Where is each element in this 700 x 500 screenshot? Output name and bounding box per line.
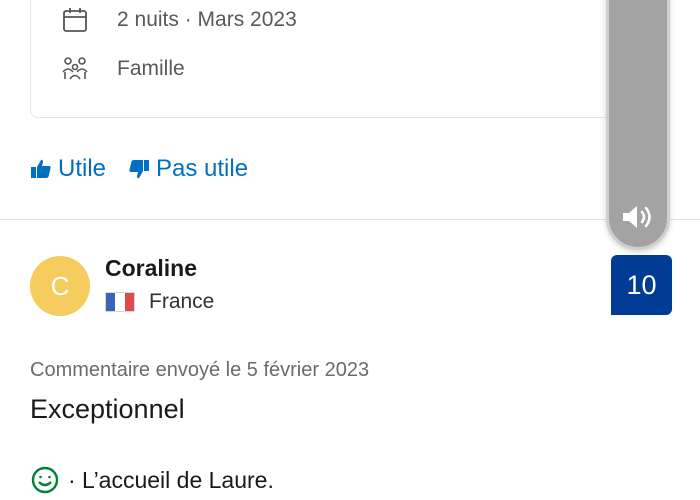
traveler-type: Famille: [117, 57, 185, 80]
review-title: Exceptionnel: [30, 394, 185, 424]
traveler-type-row: Famille: [61, 55, 185, 83]
not-useful-label: Pas utile: [156, 155, 249, 182]
review-date: Commentaire envoyé le 5 février 2023: [30, 359, 370, 381]
thumbs-up-icon: [31, 159, 51, 178]
calendar-icon: [61, 6, 89, 34]
stay-dates-row: 2 nuits · Mars 2023: [61, 6, 297, 34]
useful-button[interactable]: Utile: [30, 155, 106, 183]
positive-comment: · L’accueil de Laure.: [30, 465, 274, 495]
positive-comment-text: · L’accueil de Laure.: [68, 466, 274, 493]
avatar-initial: C: [50, 270, 70, 301]
speaker-icon[interactable]: [621, 203, 655, 231]
not-useful-button[interactable]: Pas utile: [128, 155, 248, 183]
score-badge: 10: [611, 255, 672, 315]
group-icon: [61, 55, 89, 83]
volume-overlay[interactable]: [606, 0, 670, 250]
stay-dates: 2 nuits · Mars 2023: [117, 8, 297, 31]
france-flag-icon: [105, 292, 135, 312]
section-divider: [0, 219, 700, 220]
thumbs-down-icon: [129, 160, 150, 179]
stay-details-card: 2 nuits · Mars 2023 Famille: [30, 0, 650, 118]
review-page: 2 nuits · Mars 2023 Famille Utile Pas ut…: [0, 0, 700, 500]
reviewer-name: Coraline: [105, 255, 198, 281]
helpful-votes: Utile Pas utile: [30, 155, 248, 183]
smile-icon: [31, 466, 59, 494]
useful-label: Utile: [58, 155, 107, 182]
avatar: C: [30, 256, 90, 316]
country-name: France: [149, 290, 215, 313]
reviewer-country: France: [105, 290, 214, 314]
